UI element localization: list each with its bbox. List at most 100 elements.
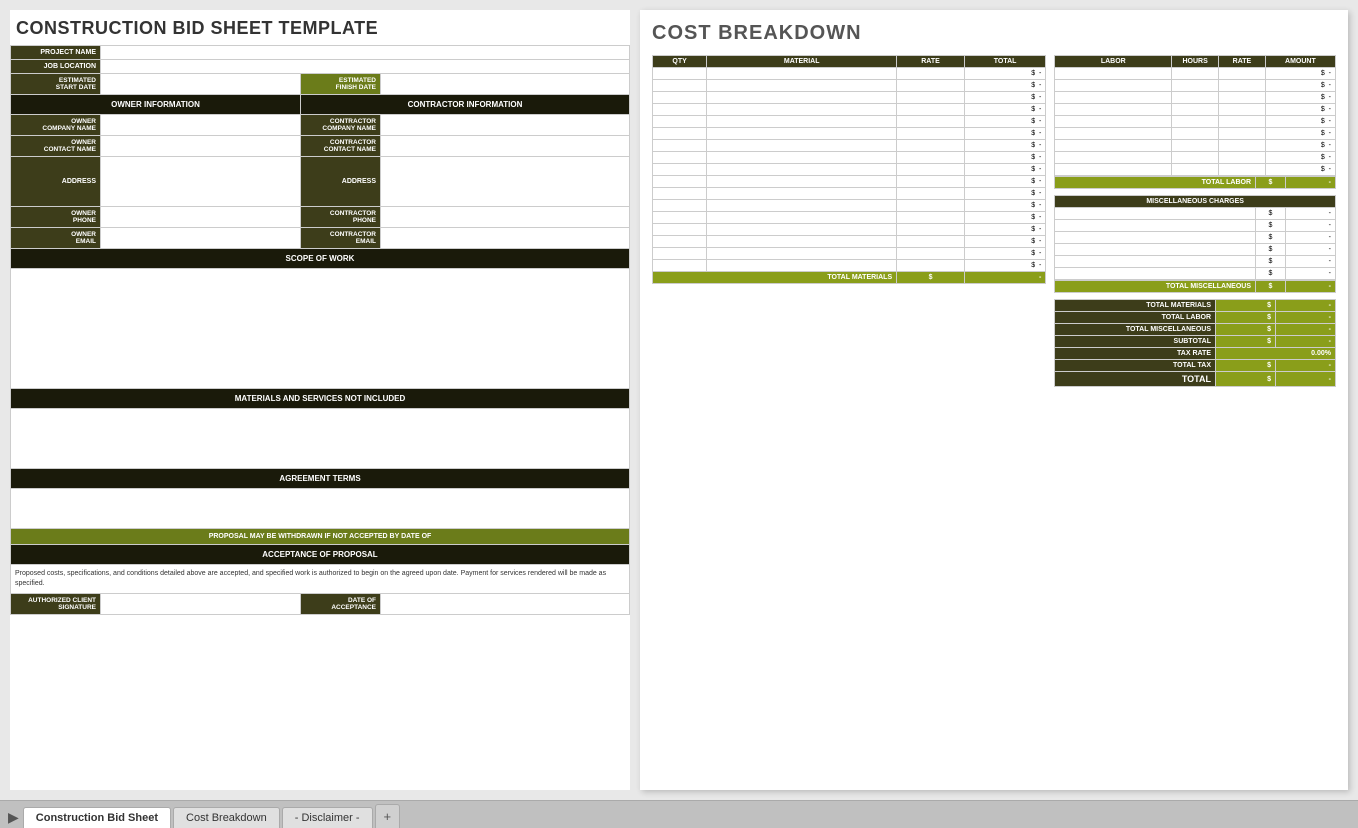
auth-signature-label: AUTHORIZED CLIENTSIGNATURE: [11, 593, 101, 614]
material-row[interactable]: $ -: [653, 236, 1046, 248]
contractor-email-value[interactable]: [381, 228, 630, 249]
total-labor-value: -: [1286, 177, 1336, 189]
material-row[interactable]: $ -: [653, 188, 1046, 200]
sum-total-tax-value: -: [1276, 360, 1336, 372]
project-name-value[interactable]: [101, 46, 630, 60]
sum-total-labor-value: -: [1276, 312, 1336, 324]
material-row[interactable]: $ -: [653, 176, 1046, 188]
material-row[interactable]: TOTAL MATERIALS$-: [653, 272, 1046, 284]
project-name-label: PROJECT NAME: [11, 46, 101, 60]
material-row[interactable]: $ -: [653, 68, 1046, 80]
materials-area[interactable]: [11, 409, 630, 469]
agreement-header: AGREEMENT TERMS: [11, 469, 630, 489]
contractor-contact-value[interactable]: [381, 136, 630, 157]
tab-construction-bid-sheet[interactable]: Construction Bid Sheet: [23, 807, 171, 828]
material-row[interactable]: $ -: [653, 152, 1046, 164]
tab-disclaimer[interactable]: - Disclaimer -: [282, 807, 373, 828]
owner-phone-value[interactable]: [101, 207, 301, 228]
misc-table: MISCELLANEOUS CHARGES $-$-$-$-$-$-: [1054, 195, 1336, 280]
tab-add-button[interactable]: +: [375, 804, 401, 828]
sum-total-labor-dollar: $: [1216, 312, 1276, 324]
misc-row[interactable]: $-: [1055, 256, 1336, 268]
labor-row[interactable]: $ -: [1055, 116, 1336, 128]
misc-row[interactable]: $-: [1055, 268, 1336, 280]
contractor-address-label: ADDRESS: [301, 157, 381, 207]
proposal-row: PROPOSAL MAY BE WITHDRAWN IF NOT ACCEPTE…: [11, 529, 630, 545]
misc-row[interactable]: $-: [1055, 208, 1336, 220]
owner-contact-label: OWNERCONTACT NAME: [11, 136, 101, 157]
sum-total-value: -: [1276, 372, 1336, 387]
material-row[interactable]: $ -: [653, 140, 1046, 152]
owner-address-label: ADDRESS: [11, 157, 101, 207]
job-location-label: JOB LOCATION: [11, 60, 101, 74]
scope-header: SCOPE OF WORK: [11, 249, 630, 269]
sum-total-materials-value: -: [1276, 300, 1336, 312]
material-row[interactable]: $ -: [653, 128, 1046, 140]
material-row[interactable]: $ -: [653, 92, 1046, 104]
sheet-nav-icon[interactable]: ▶: [8, 809, 19, 828]
material-row[interactable]: $ -: [653, 212, 1046, 224]
material-row[interactable]: $ -: [653, 116, 1046, 128]
misc-row[interactable]: $-: [1055, 232, 1336, 244]
finish-date-label: ESTIMATEDFINISH DATE: [301, 74, 381, 95]
acceptance-text: Proposed costs, specifications, and cond…: [11, 565, 630, 594]
labor-header: LABOR: [1055, 56, 1172, 68]
sum-total-dollar: $: [1216, 372, 1276, 387]
left-panel: CONSTRUCTION BID SHEET TEMPLATE PROJECT …: [10, 10, 630, 790]
contractor-company-value[interactable]: [381, 115, 630, 136]
labor-row[interactable]: $ -: [1055, 92, 1336, 104]
acceptance-header: ACCEPTANCE OF PROPOSAL: [11, 545, 630, 565]
job-location-value[interactable]: [101, 60, 630, 74]
material-row[interactable]: $ -: [653, 80, 1046, 92]
misc-header-label: MISCELLANEOUS CHARGES: [1055, 196, 1336, 208]
total-misc-table: TOTAL MISCELLANEOUS $ -: [1054, 280, 1336, 293]
material-row[interactable]: $ -: [653, 260, 1046, 272]
labor-row[interactable]: $ -: [1055, 152, 1336, 164]
contractor-phone-value[interactable]: [381, 207, 630, 228]
owner-address-value[interactable]: [101, 157, 301, 207]
sum-subtotal-dollar: $: [1216, 336, 1276, 348]
total-materials-dollar: $: [897, 272, 965, 284]
sum-total-tax-dollar: $: [1216, 360, 1276, 372]
tab-cost-breakdown[interactable]: Cost Breakdown: [173, 807, 280, 828]
sum-total-materials-label: TOTAL MATERIALS: [1055, 300, 1216, 312]
material-row[interactable]: $ -: [653, 224, 1046, 236]
labor-table: LABOR HOURS RATE AMOUNT $ -$ -$ -$ -$ -$…: [1054, 55, 1336, 176]
sum-tax-rate-value[interactable]: 0.00%: [1216, 348, 1336, 360]
qty-header: QTY: [653, 56, 707, 68]
agreement-area[interactable]: [11, 489, 630, 529]
amount-header: AMOUNT: [1265, 56, 1335, 68]
labor-row[interactable]: $ -: [1055, 68, 1336, 80]
labor-row[interactable]: $ -: [1055, 140, 1336, 152]
right-panel: COST BREAKDOWN QTY MATERIAL RATE TOTAL $…: [640, 10, 1348, 790]
scope-area[interactable]: [11, 269, 630, 389]
material-row[interactable]: $ -: [653, 164, 1046, 176]
date-acceptance-value[interactable]: [381, 593, 630, 614]
total-labor-dollar: $: [1256, 177, 1286, 189]
owner-contact-value[interactable]: [101, 136, 301, 157]
owner-email-value[interactable]: [101, 228, 301, 249]
hours-header: HOURS: [1172, 56, 1219, 68]
materials-header: MATERIALS AND SERVICES NOT INCLUDED: [11, 389, 630, 409]
misc-row[interactable]: $-: [1055, 220, 1336, 232]
owner-company-value[interactable]: [101, 115, 301, 136]
material-header: MATERIAL: [707, 56, 897, 68]
misc-row[interactable]: $-: [1055, 244, 1336, 256]
contractor-email-label: CONTRACTOREMAIL: [301, 228, 381, 249]
labor-row[interactable]: $ -: [1055, 80, 1336, 92]
labor-row[interactable]: $ -: [1055, 128, 1336, 140]
owner-phone-label: OWNERPHONE: [11, 207, 101, 228]
auth-signature-value[interactable]: [101, 593, 301, 614]
total-materials-label: TOTAL MATERIALS: [653, 272, 897, 284]
labor-row[interactable]: $ -: [1055, 164, 1336, 176]
material-row[interactable]: $ -: [653, 104, 1046, 116]
start-date-value[interactable]: [101, 74, 301, 95]
total-misc-dollar: $: [1256, 281, 1286, 293]
contractor-address-value[interactable]: [381, 157, 630, 207]
labor-row[interactable]: $ -: [1055, 104, 1336, 116]
owner-company-label: OWNERCOMPANY NAME: [11, 115, 101, 136]
material-row[interactable]: $ -: [653, 248, 1046, 260]
finish-date-value[interactable]: [381, 74, 630, 95]
material-row[interactable]: $ -: [653, 200, 1046, 212]
contractor-contact-label: CONTRACTORCONTACT NAME: [301, 136, 381, 157]
